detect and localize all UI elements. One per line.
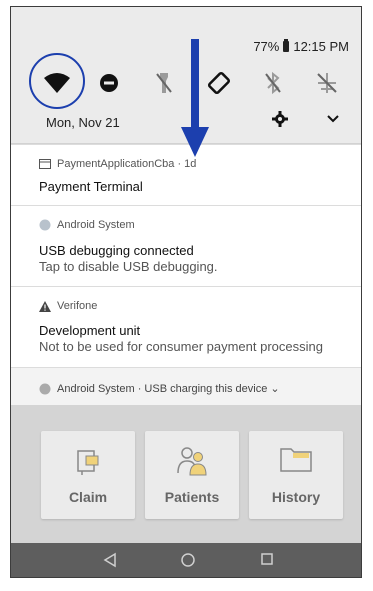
bluetooth-off-icon[interactable] [255, 65, 291, 101]
history-tile[interactable]: History [249, 431, 343, 519]
notification-app-name: Android System · USB charging this devic… [57, 383, 280, 395]
notification-usb-debugging[interactable]: Android System USB debugging connected T… [11, 205, 361, 286]
notification-title: Development unit [39, 323, 141, 338]
battery-level: 77% [253, 39, 280, 54]
warning-icon [39, 300, 51, 312]
gear-icon[interactable] [272, 111, 288, 132]
home-icon[interactable] [180, 552, 196, 573]
window-icon [39, 159, 51, 169]
quick-settings-date: Mon, Nov 21 [46, 115, 120, 130]
flashlight-off-icon[interactable] [146, 65, 182, 101]
notification-app-name: Verifone [57, 300, 98, 312]
notification-title: Payment Terminal [39, 179, 143, 194]
folder-icon [280, 448, 312, 472]
back-icon[interactable] [103, 552, 117, 573]
notification-verifone[interactable]: Verifone Development unit Not to be used… [11, 286, 361, 367]
auto-rotate-icon[interactable] [201, 65, 237, 101]
history-label: History [271, 489, 321, 505]
clock: 12:15 PM [293, 39, 349, 54]
claim-label: Claim [68, 489, 108, 505]
app-background: Claim Patients History [11, 405, 361, 543]
quick-settings-panel: 77% 12:15 PM Mon, Nov 21 [11, 7, 361, 143]
notification-text: Not to be used for consumer payment proc… [39, 339, 323, 354]
android-system-icon [39, 383, 51, 394]
notification-app-name: PaymentApplicationCba · 1d [57, 158, 197, 170]
claim-icon [77, 450, 99, 475]
android-system-icon [39, 219, 51, 231]
chevron-down-icon[interactable] [326, 111, 340, 130]
recents-icon[interactable] [260, 552, 274, 571]
patients-tile[interactable]: Patients [145, 431, 239, 519]
status-bar: 77% 12:15 PM [253, 39, 349, 54]
airplane-mode-off-icon[interactable] [309, 65, 345, 101]
navigation-bar [11, 543, 361, 577]
patients-label: Patients [164, 489, 220, 505]
notification-payment[interactable]: PaymentApplicationCba · 1d Payment Termi… [11, 144, 361, 205]
notification-text: Tap to disable USB debugging. [39, 259, 218, 274]
notification-title: USB debugging connected [39, 243, 194, 258]
notification-usb-charging[interactable]: Android System · USB charging this devic… [11, 367, 361, 406]
do-not-disturb-icon[interactable] [91, 65, 127, 101]
battery-icon [283, 39, 290, 52]
device-screen: 77% 12:15 PM Mon, Nov 21 PaymentApplicat… [10, 6, 362, 578]
patients-icon [177, 447, 207, 476]
wifi-icon[interactable] [39, 65, 75, 101]
notification-app-name: Android System [57, 219, 135, 231]
claim-tile[interactable]: Claim [41, 431, 135, 519]
